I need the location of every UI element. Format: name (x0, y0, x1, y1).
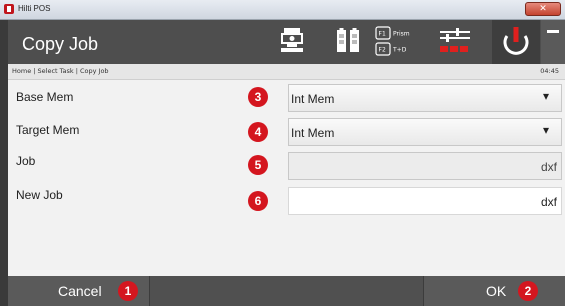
f2-function-label: T+D (392, 47, 407, 54)
function-keys-icon[interactable]: F1 Prism F2 T+D (374, 24, 428, 60)
window-titlebar: Hilti POS ✕ (0, 0, 565, 20)
settings-icon[interactable] (436, 24, 480, 60)
clock: 04:45 (540, 67, 559, 75)
marker-6: 6 (248, 191, 268, 211)
job-field[interactable]: dxf (288, 152, 562, 180)
new-job-input[interactable]: dxf (288, 187, 562, 215)
minimize-icon[interactable] (541, 20, 565, 64)
new-job-label: New Job (16, 188, 63, 202)
base-mem-value: Int Mem (291, 92, 335, 106)
cancel-button[interactable]: Cancel 1 (8, 276, 150, 306)
breadcrumb-bar: Home | Select Task | Copy Job 04:45 (8, 64, 565, 80)
instrument-icon[interactable] (272, 24, 312, 60)
f1-function-label: Prism (393, 31, 410, 38)
window-title: Hilti POS (18, 4, 51, 13)
base-mem-label: Base Mem (16, 90, 74, 104)
f1-key-label: F1 (379, 31, 386, 38)
ok-button[interactable]: OK 2 (423, 276, 565, 306)
breadcrumb[interactable]: Home | Select Task | Copy Job (12, 67, 109, 75)
marker-2: 2 (518, 281, 538, 301)
target-mem-label: Target Mem (16, 123, 80, 137)
battery-icon (328, 24, 368, 60)
page-title: Copy Job (22, 34, 99, 54)
job-label: Job (16, 154, 36, 168)
ok-label: OK (486, 283, 507, 299)
marker-3: 3 (248, 87, 268, 107)
marker-1: 1 (118, 281, 138, 301)
app-header: Copy Job F1 Prism F2 T+D (8, 20, 565, 64)
window-close-button[interactable]: ✕ (525, 2, 561, 16)
job-value: dxf (540, 160, 557, 174)
target-mem-value: Int Mem (291, 126, 335, 140)
base-mem-select[interactable]: Int Mem ▾ (288, 84, 562, 112)
f2-key-label: F2 (379, 47, 386, 54)
app-content: Copy Job F1 Prism F2 T+D Home | Select T… (8, 20, 565, 306)
cancel-label: Cancel (58, 283, 102, 299)
chevron-down-icon: ▾ (542, 123, 549, 137)
app-window: Hilti POS ✕ Copy Job F1 Prism F2 T+D Hom… (0, 0, 565, 306)
new-job-value: dxf (540, 195, 557, 209)
power-icon[interactable] (492, 20, 540, 64)
target-mem-select[interactable]: Int Mem ▾ (288, 118, 562, 146)
hilti-app-icon (4, 4, 14, 14)
marker-4: 4 (248, 122, 268, 142)
footer-bar: Cancel 1 OK 2 (8, 276, 565, 306)
chevron-down-icon: ▾ (542, 89, 549, 103)
marker-5: 5 (248, 155, 268, 175)
